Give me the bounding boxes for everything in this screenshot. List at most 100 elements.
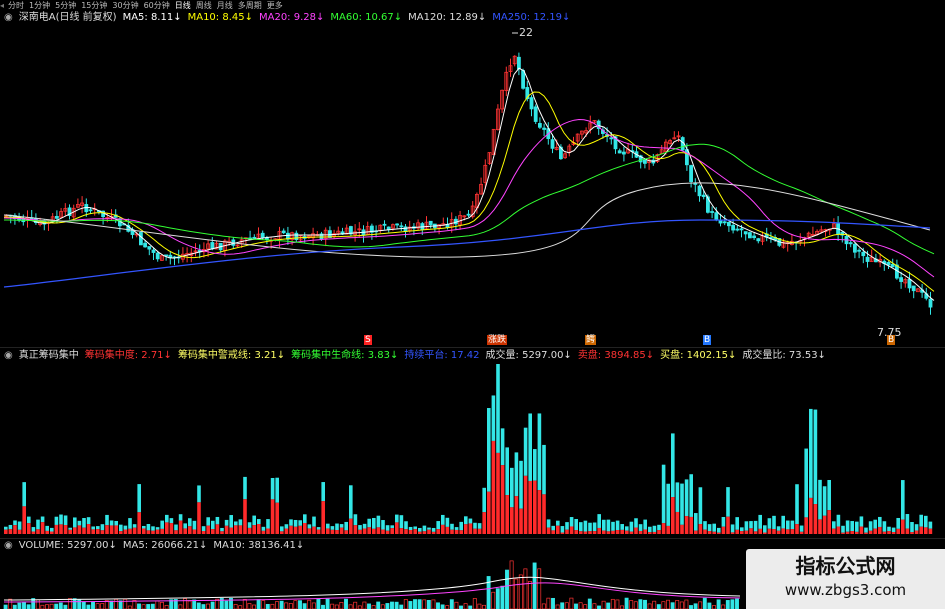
buy-bar [206,517,210,526]
buy-bar [776,526,781,531]
tab-period[interactable]: 更多 [267,1,283,10]
main-legend: ◉ 深南电A(日线 前复权) MA5: 8.11↓ MA10: 8.45↓ MA20: … [4,11,582,25]
volume-bar [256,599,261,609]
buy-bar [4,526,8,530]
buy-bar [303,514,307,523]
sell-bar [206,525,210,534]
volume-bar [666,599,670,609]
tab-period[interactable]: 15分钟 [81,1,107,10]
sell-bar [813,504,818,534]
sell-bar [804,517,808,534]
buy-bar [146,524,151,531]
volume-bar [564,602,569,609]
sell-bar [73,527,77,534]
sell-bar [726,516,730,534]
tab-period[interactable]: 月线 [217,1,233,10]
sell-bar [712,531,716,534]
scroll-left-icon[interactable]: ◂ [0,1,4,10]
volume-bar [183,598,187,609]
buy-bar [592,522,597,532]
circle-icon[interactable]: ◉ [4,350,13,361]
volume-bar [311,602,316,609]
candle-body [542,127,546,130]
sell-bar [638,530,643,534]
sell-bar [901,519,905,534]
sell-bar [643,529,647,534]
candle-body [722,221,727,224]
tab-period[interactable]: 分时 [8,1,24,10]
sell-bar [238,525,243,534]
sell-bar [510,507,514,534]
volume-title: VOLUME: 5297.00↓ [18,540,117,551]
candle-body [55,215,59,219]
circle-icon[interactable]: ◉ [4,540,13,551]
buy-bar [275,477,279,503]
buy-bar [799,525,804,532]
volume-bar [233,604,238,609]
buy-bar [395,514,399,523]
volume-bar [187,600,192,609]
buy-bar [882,521,887,532]
candle-body [147,246,152,250]
legend-value: MA20: 9.28↓ [258,12,325,23]
tab-period[interactable]: 1分钟 [29,1,50,10]
buy-bar [694,513,698,531]
buy-bar [445,517,450,527]
buy-bar [496,364,500,453]
volume-bar [454,601,459,609]
buy-bar [841,525,845,533]
buy-bar [316,527,321,530]
buy-bar [155,527,160,530]
buy-bar [500,428,505,466]
tab-period[interactable]: 30分钟 [112,1,138,10]
candle-body [168,254,173,258]
high-price-label: 22 [519,26,533,39]
tab-period[interactable]: 60分钟 [144,1,170,10]
buy-bar [615,520,620,531]
circle-icon[interactable]: ◉ [4,12,13,23]
volume-bar [702,597,707,609]
sell-bar [77,525,82,534]
volume-bar [431,599,436,609]
buy-bar [100,524,105,531]
buy-bar [625,526,629,531]
volume-bar [707,602,712,609]
stock-title: 深南电A(日线 前复权) [18,12,117,23]
tab-period[interactable]: 周线 [196,1,212,10]
buy-bar [887,526,891,532]
volume-bar [652,600,657,609]
sell-bar [689,516,693,534]
sell-bar [326,528,330,534]
buy-bar [59,514,63,525]
sell-bar [321,501,325,534]
buy-bar [151,526,155,531]
candlestick-chart[interactable] [0,25,945,345]
chip-concentration-chart[interactable] [0,364,945,536]
candle-body [857,249,861,252]
buy-bar [629,521,634,532]
sell-bar [546,527,551,534]
watermark-badge: 指标公式网 www.zbgs3.com [746,549,945,609]
sell-bar [496,452,500,534]
volume-bar [408,601,413,609]
buy-bar [510,467,514,508]
sell-bar [845,531,850,534]
sell-bar [919,526,923,534]
buy-bar [123,525,128,530]
indicator-legend: ◉ 真正筹码集中 筹码集中度: 2.71↓ 筹码集中警戒线: 3.21↓ 筹码集中生命线… [4,349,838,363]
tab-period[interactable]: 5分钟 [55,1,76,10]
volume-bar [49,603,54,609]
legend-value: 卖盘: 3894.85↓ [577,350,655,361]
sell-bar [625,530,629,534]
buy-bar [859,516,864,527]
sell-bar [188,526,192,534]
buy-bar [583,520,588,532]
sell-bar [160,528,164,534]
sell-bar [86,524,91,534]
tab-period[interactable]: 多周期 [238,1,262,10]
buy-bar [703,521,707,530]
sell-bar [293,526,298,534]
candle-body [151,249,156,253]
tab-period[interactable]: 日线 [175,1,191,10]
buy-bar [45,525,49,531]
